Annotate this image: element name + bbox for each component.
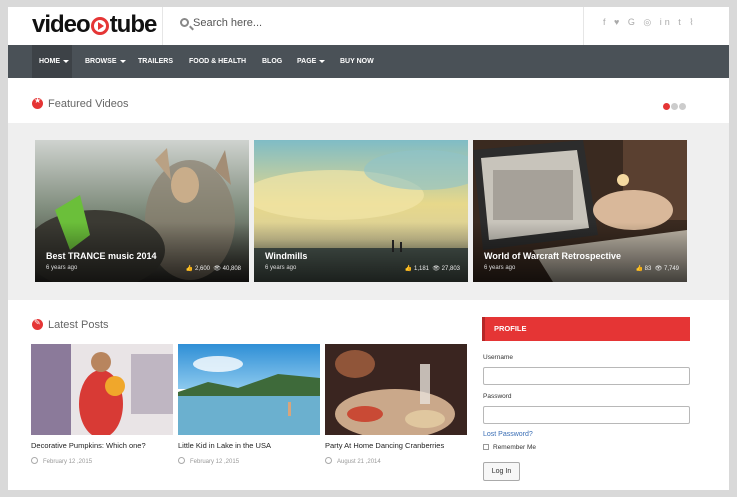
page-frame: video tube Search here... f ♥ G ◎ in t ⌇ … xyxy=(8,7,729,490)
play-logo-icon xyxy=(90,17,109,35)
nav-blog-label: BLOG xyxy=(262,58,283,65)
profile-heading: PROFILE xyxy=(494,324,527,333)
slider-dot-3[interactable] xyxy=(679,103,686,110)
logo-text-video: video xyxy=(32,11,91,38)
card-title[interactable]: World of Warcraft Retrospective xyxy=(484,251,621,261)
chevron-down-icon xyxy=(63,59,69,63)
remember-me-label: Remember Me xyxy=(493,444,536,451)
remember-me[interactable]: Remember Me xyxy=(483,444,536,451)
chevron-down-icon xyxy=(319,59,326,63)
nav-trailers[interactable]: TRAILERS xyxy=(138,45,173,78)
username-label: Username xyxy=(483,354,513,361)
nav-home-label: HOME xyxy=(39,58,60,65)
post-image[interactable] xyxy=(178,344,320,435)
post-title[interactable]: Party At Home Dancing Cranberries xyxy=(325,441,467,450)
username-field[interactable] xyxy=(483,367,690,385)
profile-widget-header: PROFILE xyxy=(482,317,690,341)
card-age: 6 years ago xyxy=(484,265,516,271)
remember-me-checkbox[interactable] xyxy=(483,444,489,450)
post-date-text: August 21 ,2014 xyxy=(337,459,381,465)
main-nav: HOME BROWSE TRAILERS FOOD & HEALTH BLOG … xyxy=(8,45,729,78)
views-count: 27,803 xyxy=(441,266,460,272)
nav-browse-label: BROWSE xyxy=(85,58,117,65)
post-title[interactable]: Decorative Pumpkins: Which one? xyxy=(31,441,173,450)
post-image[interactable] xyxy=(31,344,173,435)
card-stats: 👍 83 👁 7,749 xyxy=(635,266,679,272)
nav-trailers-label: TRAILERS xyxy=(138,58,173,65)
nav-blog[interactable]: BLOG xyxy=(262,45,282,78)
likes-count: 83 xyxy=(644,266,652,272)
post-title[interactable]: Little Kid in Lake in the USA xyxy=(178,441,320,450)
latest-posts-title: Latest Posts xyxy=(48,319,109,331)
search-bar[interactable]: Search here... xyxy=(162,7,584,45)
search-icon xyxy=(180,18,189,27)
social-icons[interactable]: f ♥ G ◎ in t ⌇ xyxy=(603,17,697,27)
nav-browse[interactable]: BROWSE xyxy=(85,45,126,78)
slider-pagination xyxy=(663,97,687,115)
post-date: February 12 ,2015 xyxy=(178,457,320,465)
views-count: 40,808 xyxy=(222,266,241,272)
chevron-down-icon xyxy=(119,59,126,63)
nav-home[interactable]: HOME xyxy=(32,45,72,78)
site-header: video tube Search here... f ♥ G ◎ in t ⌇ xyxy=(8,7,729,45)
card-age: 6 years ago xyxy=(265,265,297,271)
views-count: 7,749 xyxy=(663,266,679,272)
post-image[interactable] xyxy=(325,344,467,435)
nav-buy-now[interactable]: BUY NOW xyxy=(340,45,374,78)
nav-food-health[interactable]: FOOD & HEALTH xyxy=(189,45,246,78)
star-icon xyxy=(32,96,43,109)
party-thumbnail xyxy=(325,344,467,435)
slider-dot-1[interactable] xyxy=(663,103,670,110)
lake-thumbnail xyxy=(178,344,320,435)
nav-food-health-label: FOOD & HEALTH xyxy=(189,58,247,65)
clock-icon xyxy=(178,457,185,464)
slider-dot-2[interactable] xyxy=(671,103,678,110)
card-stats: 👍 2,600 👁 40,808 xyxy=(185,266,241,272)
nav-buy-now-label: BUY NOW xyxy=(340,58,374,65)
social-links[interactable]: f ♥ G ◎ in t ⌇ xyxy=(603,17,697,28)
featured-card[interactable]: World of Warcraft Retrospective 6 years … xyxy=(473,140,687,282)
card-age: 6 years ago xyxy=(46,265,78,271)
nav-page[interactable]: PAGE xyxy=(297,45,326,78)
pencil-icon xyxy=(32,318,43,330)
featured-videos-title: Featured Videos xyxy=(48,98,129,110)
post-date-text: February 12 ,2015 xyxy=(190,459,240,465)
lost-password-link[interactable]: Lost Password? xyxy=(483,431,533,438)
password-label: Password xyxy=(483,393,512,400)
post-item[interactable]: Decorative Pumpkins: Which one? February… xyxy=(31,344,173,465)
post-date: February 12 ,2015 xyxy=(31,457,173,465)
logo-text-tube: tube xyxy=(109,11,158,38)
site-logo[interactable]: video tube xyxy=(32,11,158,39)
password-field[interactable] xyxy=(483,406,690,424)
likes-count: 2,600 xyxy=(195,266,211,272)
post-date: August 21 ,2014 xyxy=(325,457,467,465)
card-title[interactable]: Best TRANCE music 2014 xyxy=(46,251,157,261)
featured-card[interactable]: Best TRANCE music 2014 6 years ago 👍 2,6… xyxy=(35,140,249,282)
search-input[interactable]: Search here... xyxy=(193,17,262,29)
pumpkins-thumbnail xyxy=(31,344,173,435)
clock-icon xyxy=(325,457,332,464)
featured-card[interactable]: Windmills 6 years ago 👍 1,181 👁 27,803 xyxy=(254,140,468,282)
nav-page-label: PAGE xyxy=(297,58,317,65)
post-date-text: February 12 ,2015 xyxy=(43,459,93,465)
login-button[interactable]: Log In xyxy=(483,462,520,481)
post-item[interactable]: Little Kid in Lake in the USA February 1… xyxy=(178,344,320,465)
card-stats: 👍 1,181 👁 27,803 xyxy=(404,266,460,272)
clock-icon xyxy=(31,457,38,464)
likes-count: 1,181 xyxy=(414,266,430,272)
post-item[interactable]: Party At Home Dancing Cranberries August… xyxy=(325,344,467,465)
card-title[interactable]: Windmills xyxy=(265,251,307,261)
